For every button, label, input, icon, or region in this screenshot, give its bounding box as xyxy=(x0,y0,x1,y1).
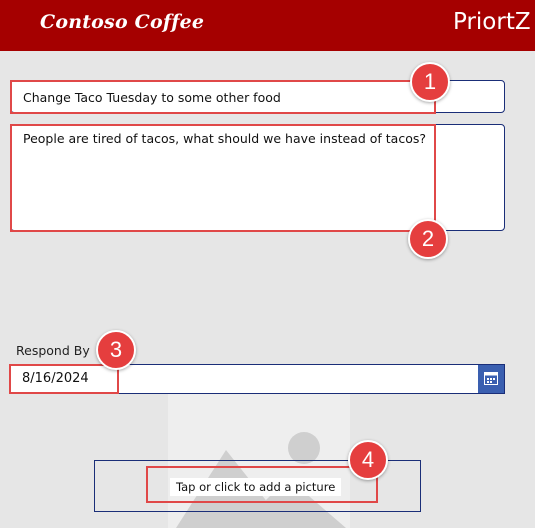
callout-badge-1: 1 xyxy=(410,62,450,102)
callout-badge-2: 2 xyxy=(408,219,448,259)
app-title: PriortZ A xyxy=(453,9,535,35)
respond-by-label: Respond By xyxy=(16,343,90,358)
calendar-icon xyxy=(484,372,498,385)
calendar-button[interactable] xyxy=(478,365,504,393)
app-header: Contoso Coffee PriortZ A xyxy=(0,0,535,51)
callout-box-2 xyxy=(10,124,436,232)
callout-box-1 xyxy=(10,80,436,114)
app-logo: Contoso Coffee xyxy=(40,11,205,33)
callout-box-3 xyxy=(9,364,119,394)
callout-box-4 xyxy=(146,466,378,503)
callout-badge-4: 4 xyxy=(348,440,388,480)
callout-badge-3: 3 xyxy=(96,330,136,370)
